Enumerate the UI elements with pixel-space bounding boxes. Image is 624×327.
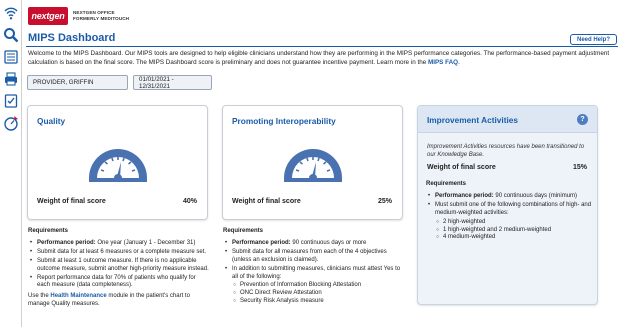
requirements-heading: Requirements [28,228,69,234]
list-subitem: ONC Direct Review Attestation [223,290,405,298]
list-item: Performance period: One year (January 1 … [28,240,210,248]
list-item: Submit at least 1 outcome measure. If th… [28,258,210,274]
intro-body: Welcome to the MIPS Dashboard. Our MIPS … [28,50,610,66]
logo-text: nextgen [31,11,65,21]
quality-card-title[interactable]: Quality [37,116,65,126]
speedometer-icon [280,140,346,186]
quality-requirements: Requirements Performance period: One yea… [28,228,210,309]
intro-text: Welcome to the MIPS Dashboard. Our MIPS … [28,50,618,67]
nextgen-logo: nextgen NEXTGEN OFFICE FORMERLY MEDITOUC… [28,5,129,27]
list-item: Performance period: 90 continuous days o… [223,240,405,248]
pi-requirements: Requirements Performance period: 90 cont… [223,228,405,306]
page-title: MIPS Dashboard [28,32,116,44]
quality-weight-value: 40% [182,198,197,205]
logo-subtitle: NEXTGEN OFFICE FORMERLY MEDITOUCH [73,10,129,22]
printer-icon[interactable] [2,70,20,88]
list-subitem: 1 high-weighted and 2 medium-weighted [426,227,592,235]
list-item: Report performance data for 70% of patie… [28,275,210,291]
intro-end: . [458,58,460,66]
ia-weight-label: Weight of final score [427,164,496,171]
requirements-list: Performance period: 90 continuous days (… [426,193,592,242]
ia-requirements: Requirements Performance period: 90 cont… [426,181,592,242]
list-subitem: 2 high-weighted [426,219,592,227]
list-subitem: Security Risk Analysis measure [223,298,405,306]
speedometer-icon [85,140,151,186]
pi-weight-value: 25% [377,198,392,205]
nextgen-logo-mark: nextgen [28,7,68,25]
list-icon[interactable] [2,48,20,66]
checklist-icon[interactable] [2,92,20,110]
need-help-button[interactable]: Need Help? [570,34,617,45]
requirements-list: Performance period: 90 continuous days o… [223,240,405,306]
requirements-heading: Requirements [223,228,264,234]
promoting-interoperability-card[interactable]: Promoting Interoperability Weight of fin… [222,105,403,220]
health-maintenance-link[interactable]: Health Maintenance [50,293,106,299]
list-subitem: Prevention of Information Blocking Attes… [223,282,405,290]
provider-select[interactable]: PROVIDER, GRIFFIN [27,75,128,90]
left-icon-rail [0,0,22,327]
pi-weight-label: Weight of final score [232,198,301,205]
list-subitem: 4 medium-weighted [426,234,592,242]
requirements-list: Performance period: One year (January 1 … [28,240,210,290]
ia-weight-value: 15% [572,164,587,171]
ia-note: Improvement Activities resources have be… [427,144,585,158]
ia-card-title: Improvement Activities [427,115,518,125]
dashboard-gauge-icon[interactable] [2,114,20,132]
pi-card-title[interactable]: Promoting Interoperability [232,116,336,126]
list-item: Must submit one of the following combina… [426,202,592,218]
list-item: In addition to submitting measures, clin… [223,266,405,282]
quality-footnote: Use the Health Maintenance module in the… [28,293,190,308]
title-divider [26,46,618,47]
search-icon[interactable] [2,26,20,44]
list-item: Submit data for all measures from each o… [223,249,405,265]
mips-faq-link[interactable]: MIPS FAQ [428,59,458,66]
help-question-icon[interactable]: ? [577,114,588,125]
wifi-icon[interactable] [2,4,20,22]
date-range-select[interactable]: 01/01/2021 - 12/31/2021 [133,75,212,90]
quality-weight-label: Weight of final score [37,198,106,205]
list-item: Performance period: 90 continuous days (… [426,193,592,201]
requirements-heading: Requirements [426,181,467,187]
list-item: Submit data for at least 6 measures or a… [28,249,210,257]
logo-subtitle-line-2: FORMERLY MEDITOUCH [73,16,130,21]
quality-card[interactable]: Quality Weight of final score 40% [27,105,208,220]
